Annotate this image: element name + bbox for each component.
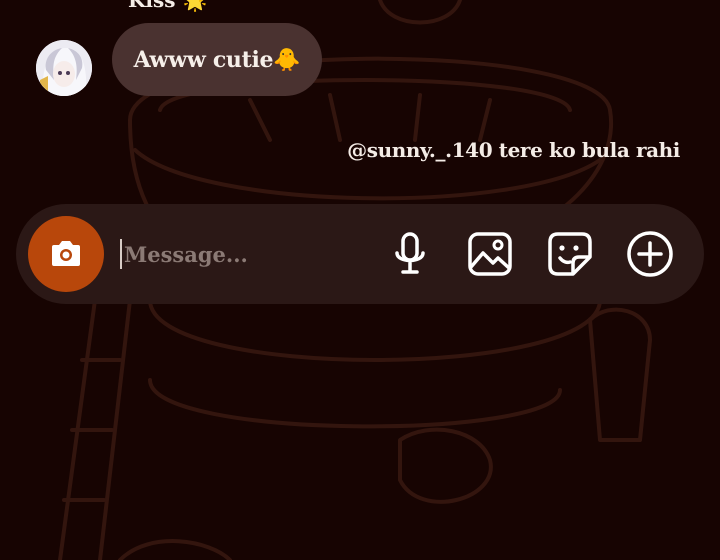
mention-message: @sunny._.140 tere ko bula rahi [347,138,680,162]
camera-icon [52,241,80,266]
message-composer [16,204,704,304]
sticker-button[interactable] [546,230,594,278]
microphone-icon [395,232,425,274]
gallery-icon [468,232,512,276]
avatar-image [36,40,92,96]
partial-message: Kiss 🌟 [128,0,208,12]
gallery-button[interactable] [466,230,514,278]
add-button[interactable] [626,230,674,278]
sticker-icon [548,232,592,276]
avatar[interactable] [36,40,92,96]
message-text: Awww cutie🐥 [133,46,301,73]
message-input[interactable] [120,232,374,276]
plus-circle-icon [627,231,673,277]
message-bubble[interactable]: Awww cutie🐥 [112,23,322,96]
microphone-button[interactable] [386,230,434,278]
camera-button[interactable] [28,216,104,292]
